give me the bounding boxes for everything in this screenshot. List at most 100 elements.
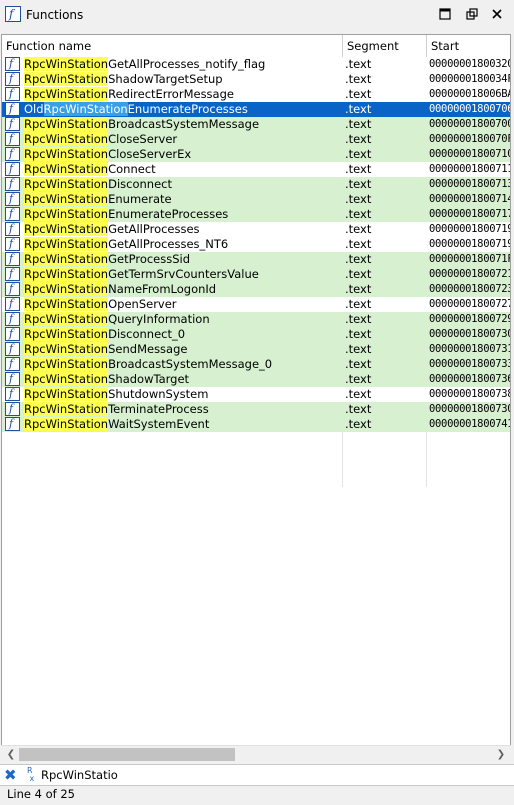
function-name: RpcWinStationConnect [24, 162, 156, 177]
segment-cell: .text [345, 132, 372, 146]
table-row[interactable]: f RpcWinStationGetAllProcesses .text 000000… [2, 222, 510, 237]
function-icon: f [5, 87, 20, 101]
start-cell: 0000000180070F [429, 133, 510, 145]
name-match: RpcWinStation [24, 357, 109, 371]
name-match: RpcWinStation [24, 327, 109, 341]
table-row[interactable]: f RpcWinStationGetTermSrvCountersValue .te… [2, 267, 510, 282]
table-row[interactable]: f RpcWinStationNameFromLogonId .text 000000… [2, 282, 510, 297]
function-name: RpcWinStationGetProcessSid [24, 252, 190, 267]
table-row[interactable]: f RpcWinStationCloseServer .text 0000000180… [2, 132, 510, 147]
scrollbar-thumb[interactable] [19, 748, 235, 761]
title-bar: f Functions [0, 0, 514, 32]
name-match: RpcWinStation [24, 312, 109, 326]
table-row[interactable]: f RpcWinStationShutdownSystem .text 0000000… [2, 387, 510, 402]
segment-cell: .text [345, 177, 372, 191]
filter-input[interactable]: RpcWinStatio [41, 768, 118, 782]
function-icon: f [5, 6, 21, 22]
table-row[interactable]: f RpcWinStationCloseServerEx .text 00000001… [2, 147, 510, 162]
name-rest: BroadcastSystemMessage [108, 117, 260, 131]
function-icon: f [5, 417, 20, 431]
name-match: RpcWinStation [24, 282, 109, 296]
segment-cell: .text [345, 207, 372, 221]
function-icon: f [5, 147, 20, 161]
start-cell: 00000001800741 [429, 418, 510, 430]
name-rest: QueryInformation [108, 312, 210, 326]
start-cell: 0000000180071F [429, 253, 510, 265]
function-name: RpcWinStationOpenServer [24, 297, 177, 312]
function-name: RpcWinStationNameFromLogonId [24, 282, 216, 297]
maximize-icon[interactable] [437, 8, 453, 24]
functions-list[interactable]: Function name Segment Start f RpcWinStati… [1, 34, 511, 763]
name-rest: ShadowTargetSetup [108, 72, 223, 86]
name-rest: GetTermSrvCountersValue [108, 267, 259, 281]
name-match: RpcWinStation [43, 102, 128, 116]
table-row[interactable]: f RpcWinStationRedirectErrorMessage .text 0… [2, 87, 510, 102]
table-row[interactable]: f RpcWinStationTerminateProcess .text 00000… [2, 402, 510, 417]
name-match: RpcWinStation [24, 372, 109, 386]
table-row[interactable]: f RpcWinStationShadowTarget .text 000000018… [2, 372, 510, 387]
function-icon: f [5, 357, 20, 371]
name-rest: SendMessage [108, 342, 188, 356]
table-row[interactable]: f RpcWinStationEnumerateProcesses .text 000… [2, 207, 510, 222]
function-name: RpcWinStationCloseServer [24, 132, 177, 147]
start-cell: 00000001800729 [429, 313, 510, 325]
function-icon: f [5, 327, 20, 341]
restore-icon[interactable] [464, 8, 480, 24]
table-row[interactable]: f RpcWinStationQueryInformation .text 00000… [2, 312, 510, 327]
close-icon[interactable] [489, 8, 505, 24]
name-rest: Connect [108, 162, 156, 176]
name-match: RpcWinStation [24, 177, 109, 191]
segment-cell: .text [345, 237, 372, 251]
name-rest: GetProcessSid [108, 252, 191, 266]
regex-icon[interactable]: R x [27, 767, 39, 783]
table-row[interactable]: f RpcWinStationGetAllProcesses_NT6 .text 00… [2, 237, 510, 252]
start-cell: 00000001800719 [429, 223, 510, 235]
clear-filter-icon[interactable]: ✖ [4, 766, 17, 784]
function-name: RpcWinStationDisconnect [24, 177, 172, 192]
column-header-start[interactable]: Start [427, 35, 510, 57]
function-name: OldRpcWinStationEnumerateProcesses [24, 102, 248, 117]
segment-cell: .text [345, 417, 372, 431]
function-icon: f [5, 342, 20, 356]
horizontal-scrollbar[interactable]: ❮ ❯ [1, 745, 511, 763]
column-header-segment[interactable]: Segment [343, 35, 427, 57]
name-rest: CloseServerEx [108, 147, 192, 161]
function-icon: f [5, 72, 20, 86]
name-rest: EnumerateProcesses [127, 102, 248, 116]
start-cell: 00000001800721 [429, 268, 510, 280]
table-row[interactable]: f RpcWinStationShadowTargetSetup .text 0000… [2, 72, 510, 87]
table-row[interactable]: f RpcWinStationDisconnect_0 .text 000000018… [2, 327, 510, 342]
name-match: RpcWinStation [24, 87, 109, 101]
start-cell: 00000001800717 [429, 208, 510, 220]
status-text: Line 4 of 25 [7, 787, 75, 801]
table-row[interactable]: f RpcWinStationConnect .text 00000001800711 [2, 162, 510, 177]
start-cell: 00000001800710 [429, 148, 510, 160]
table-row[interactable]: f OldRpcWinStationEnumerateProcesses .text… [2, 102, 510, 117]
segment-cell: .text [345, 372, 372, 386]
scroll-right-icon[interactable]: ❯ [493, 746, 509, 763]
name-rest: ShadowTarget [108, 372, 190, 386]
column-header-function-name[interactable]: Function name [2, 35, 343, 57]
start-cell: 00000001800706 [429, 103, 510, 115]
name-rest: CloseServer [108, 132, 178, 146]
function-name: RpcWinStationGetAllProcesses_NT6 [24, 237, 228, 252]
table-row[interactable]: f RpcWinStationSendMessage .text 0000000180… [2, 342, 510, 357]
function-icon: f [5, 102, 20, 116]
function-name: RpcWinStationSendMessage [24, 342, 187, 357]
function-icon: f [5, 192, 20, 206]
table-row[interactable]: f RpcWinStationDisconnect .text 00000001800… [2, 177, 510, 192]
table-row[interactable]: f RpcWinStationGetProcessSid .text 00000001… [2, 252, 510, 267]
scroll-left-icon[interactable]: ❮ [3, 746, 19, 763]
table-row[interactable]: f RpcWinStationGetAllProcesses_notify_fla… [2, 57, 510, 72]
table-row[interactable]: f RpcWinStationBroadcastSystemMessage .tex… [2, 117, 510, 132]
function-icon: f [5, 237, 20, 251]
start-cell: 00000001800714 [429, 193, 510, 205]
function-name: RpcWinStationEnumerate [24, 192, 172, 207]
table-row[interactable]: f RpcWinStationEnumerate .text 000000018007… [2, 192, 510, 207]
table-row[interactable]: f RpcWinStationBroadcastSystemMessage_0 .t… [2, 357, 510, 372]
function-name: RpcWinStationEnumerateProcesses [24, 207, 228, 222]
table-row[interactable]: f RpcWinStationWaitSystemEvent .text 000000… [2, 417, 510, 432]
table-row[interactable]: f RpcWinStationOpenServer .text 00000001800… [2, 297, 510, 312]
name-rest: RedirectErrorMessage [108, 87, 234, 101]
function-name: RpcWinStationQueryInformation [24, 312, 210, 327]
